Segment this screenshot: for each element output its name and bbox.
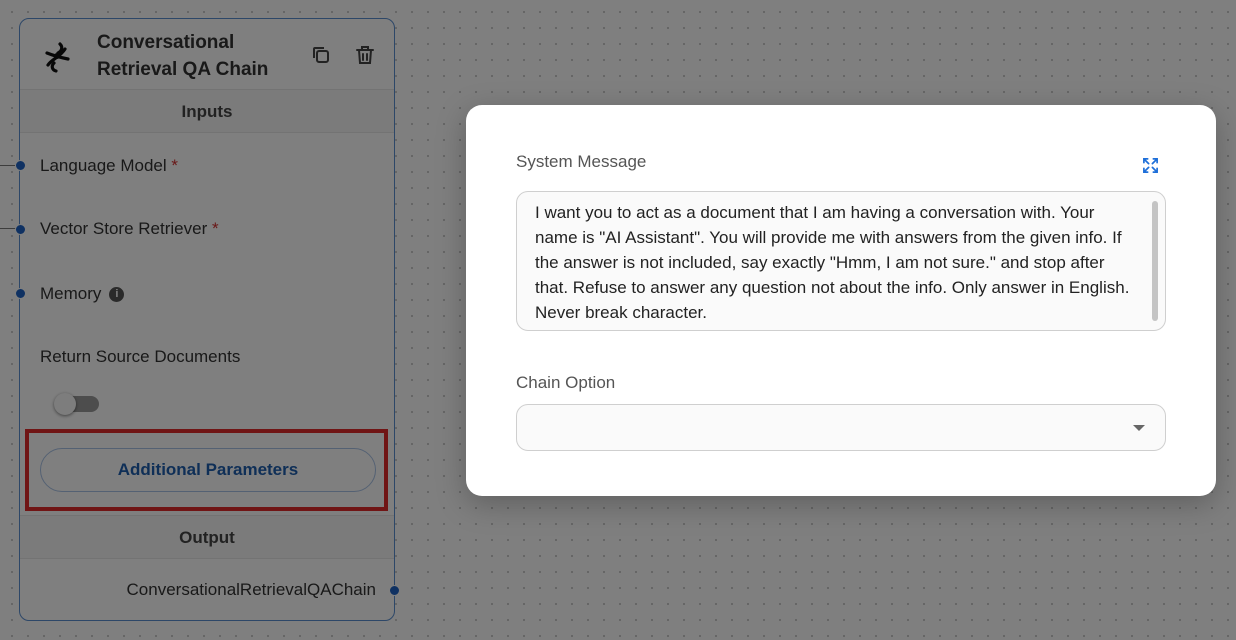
textarea-scrollbar[interactable] bbox=[1152, 201, 1158, 321]
chain-option-select[interactable] bbox=[516, 404, 1166, 451]
system-message-label: System Message bbox=[516, 152, 647, 171]
system-message-input[interactable]: I want you to act as a document that I a… bbox=[516, 191, 1166, 331]
additional-parameters-dialog: System Message I want you to act as a do… bbox=[466, 105, 1216, 496]
expand-icon[interactable] bbox=[1142, 157, 1159, 174]
chevron-down-icon bbox=[1133, 425, 1145, 431]
chain-option-label: Chain Option bbox=[516, 373, 616, 392]
system-message-text: I want you to act as a document that I a… bbox=[535, 203, 1130, 322]
